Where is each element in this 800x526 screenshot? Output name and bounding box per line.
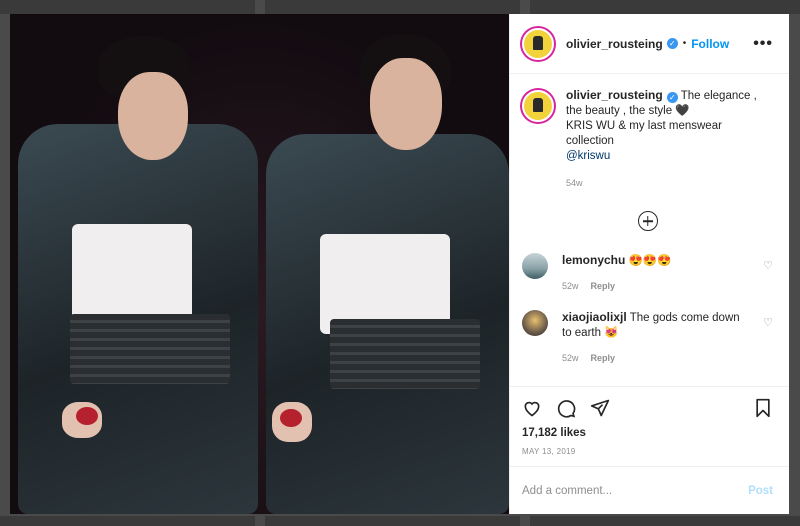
background-tile: [0, 516, 255, 526]
comment-username[interactable]: lemonychu: [562, 253, 625, 267]
reply-button[interactable]: Reply: [591, 353, 616, 363]
comment-timestamp: 52w: [562, 281, 579, 291]
separator-dot: •: [682, 38, 687, 49]
save-icon[interactable]: [753, 398, 773, 418]
post-comment-button[interactable]: Post: [748, 485, 773, 497]
comments-area: olivier_rousteing ✓ The elegance , the be…: [510, 74, 789, 386]
post-date: MAY 13, 2019: [522, 447, 576, 456]
post-sidebar: olivier_rousteing ✓ • Follow ••• olivier…: [509, 14, 789, 514]
background-tile: [265, 0, 520, 14]
mention-link[interactable]: @kriswu: [566, 150, 610, 162]
photo-figure-right: [260, 14, 509, 514]
likes-count[interactable]: 17,182 likes: [522, 427, 773, 439]
add-circle-icon[interactable]: [637, 211, 658, 231]
avatar[interactable]: [522, 90, 554, 122]
share-icon[interactable]: [590, 398, 610, 418]
comment-input[interactable]: [522, 484, 749, 497]
comment-heart-icon[interactable]: ♡: [763, 259, 773, 294]
caption-username[interactable]: olivier_rousteing: [566, 88, 663, 102]
comment-icon[interactable]: [556, 398, 576, 418]
comment-username[interactable]: xiaojiaolixjl: [562, 310, 627, 324]
post-header: olivier_rousteing ✓ • Follow •••: [510, 14, 789, 74]
post-modal: olivier_rousteing ✓ • Follow ••• olivier…: [10, 14, 789, 514]
post-actions: 17,182 likes MAY 13, 2019: [510, 386, 789, 466]
comment-heart-icon[interactable]: ♡: [763, 316, 773, 366]
list-item: lemonychu 😍😍😍 52w Reply ♡: [522, 253, 773, 294]
list-item: xiaojiaolixjl The gods come down to eart…: [522, 310, 773, 366]
more-options-button[interactable]: •••: [753, 35, 773, 53]
like-icon[interactable]: [522, 398, 542, 418]
photo-figure-left: [10, 14, 260, 514]
comment-text: 😍😍😍: [628, 255, 672, 267]
comment-timestamp: 52w: [562, 353, 579, 363]
verified-badge-icon: ✓: [666, 38, 678, 49]
background-tile: [530, 0, 800, 14]
post-photo[interactable]: [10, 14, 509, 514]
avatar[interactable]: [522, 27, 554, 60]
caption: olivier_rousteing ✓ The elegance , the be…: [522, 88, 773, 191]
caption-text: olivier_rousteing ✓ The elegance , the be…: [566, 88, 773, 191]
background-tile: [265, 516, 520, 526]
add-comment-bar: Post: [510, 466, 789, 514]
background-tile: [0, 0, 255, 14]
avatar[interactable]: [522, 253, 548, 279]
verified-badge-icon: ✓: [666, 92, 678, 103]
post-author-username[interactable]: olivier_rousteing: [566, 37, 663, 51]
reply-button[interactable]: Reply: [591, 281, 616, 291]
caption-line2: KRIS WU & my last menswear collection: [566, 120, 722, 147]
caption-timestamp: 54w: [566, 178, 583, 188]
avatar[interactable]: [522, 310, 548, 336]
follow-button[interactable]: Follow: [691, 37, 729, 51]
background-tile: [530, 516, 800, 526]
